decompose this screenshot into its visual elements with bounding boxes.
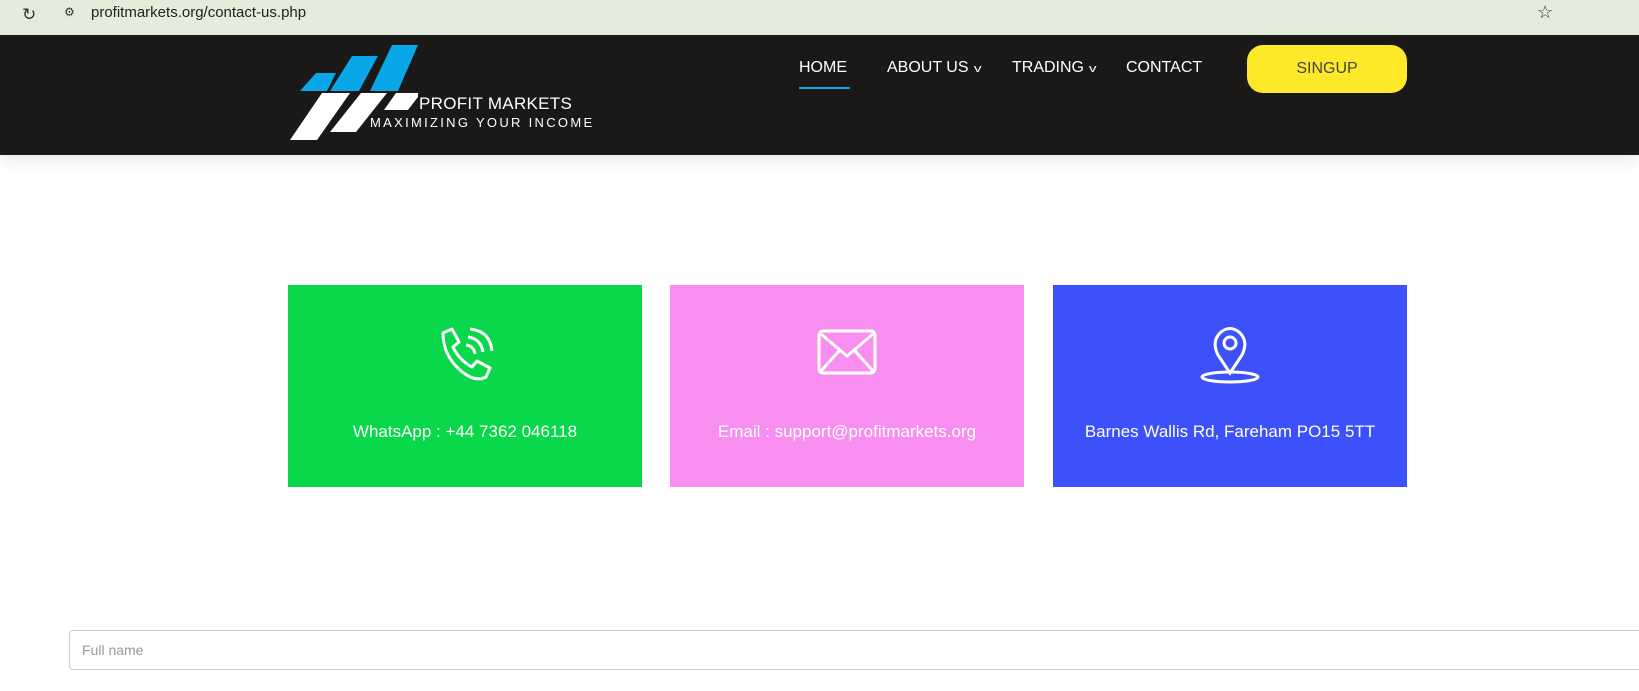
site-settings-icon[interactable]: ⚙ [64,5,80,21]
brand-name: PROFIT MARKETS [419,94,573,113]
brand-tagline: MAXIMIZING YOUR INCOME [370,115,595,130]
bookmark-star-icon[interactable]: ☆ [1537,2,1553,23]
address-card: Barnes Wallis Rd, Fareham PO15 5TT [1053,285,1407,487]
site-header: PROFIT MARKETS MAXIMIZING YOUR INCOME HO… [0,35,1639,155]
active-nav-indicator [799,87,850,89]
nav-about-label: ABOUT US [887,59,969,76]
full-name-input[interactable] [69,630,1639,670]
envelope-icon [817,329,877,375]
whatsapp-text[interactable]: WhatsApp : +44 7362 046118 [288,422,642,442]
whatsapp-card: WhatsApp : +44 7362 046118 [288,285,642,487]
signup-button[interactable]: SINGUP [1247,45,1407,93]
nav-trading[interactable]: TRADING v [1012,59,1097,77]
nav-about-us[interactable]: ABOUT US v [887,59,982,77]
phone-icon [441,327,494,381]
nav-home-label: HOME [799,59,847,76]
browser-toolbar: ↻ ⚙ profitmarkets.org/contact-us.php ☆ [0,0,1639,35]
email-text[interactable]: Email : support@profitmarkets.org [670,422,1024,442]
url-text[interactable]: profitmarkets.org/contact-us.php [91,4,306,21]
map-pin-icon [1200,327,1260,384]
email-card: Email : support@profitmarkets.org [670,285,1024,487]
nav-contact[interactable]: CONTACT [1126,59,1202,77]
nav-home[interactable]: HOME [799,59,847,77]
chevron-down-icon: v [1088,63,1097,75]
chevron-down-icon: v [973,63,982,75]
nav-trading-label: TRADING [1012,59,1084,76]
address-text: Barnes Wallis Rd, Fareham PO15 5TT [1084,422,1376,441]
nav-contact-label: CONTACT [1126,59,1203,76]
reload-icon[interactable]: ↻ [22,5,36,25]
